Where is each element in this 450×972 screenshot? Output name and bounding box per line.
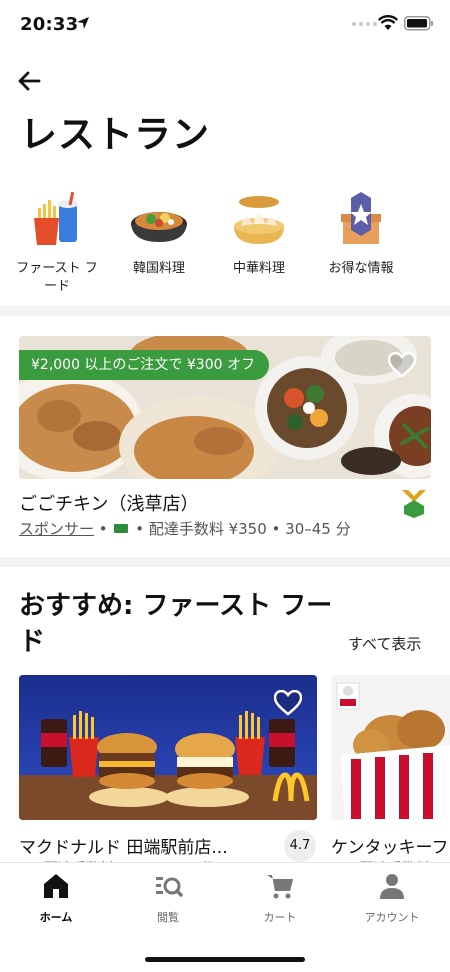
status-time: 20:33 (20, 14, 79, 35)
favorite-heart-icon[interactable] (274, 690, 302, 716)
section-divider (0, 306, 450, 316)
burger-meal-photo (19, 675, 317, 820)
page-title: レストラン (20, 113, 210, 156)
see-all-link[interactable]: すべて表示 (348, 633, 421, 654)
home-icon (44, 874, 68, 898)
dim-sum-icon (234, 196, 284, 244)
tab-account[interactable]: アカウント (336, 871, 448, 925)
restaurant-meta: スポンサー • • 配達手数料 ¥350 • 30–45 分 (19, 518, 351, 539)
category-deals[interactable]: お得な情報 (316, 190, 406, 278)
category-healthy[interactable]: ヘ (416, 190, 450, 278)
tab-cart[interactable]: カート (224, 871, 336, 925)
section-divider (0, 557, 450, 567)
tab-label: 閲覧 (157, 911, 179, 924)
cellular-signal-icon (352, 22, 377, 26)
location-arrow-icon (77, 17, 89, 29)
sponsored-label[interactable]: スポンサー (19, 520, 94, 538)
restaurant-name[interactable]: ごごチキン（浅草店） (19, 490, 198, 516)
ticket-icon (114, 523, 129, 533)
tab-home[interactable]: ホーム (0, 871, 112, 925)
healthy-icon (429, 190, 450, 250)
section-title: おすすめ: ファースト フード (19, 591, 333, 657)
deals-icon (341, 192, 381, 244)
restaurant-card-name[interactable]: ケンタッキーフ (331, 833, 448, 858)
bottom-tab-bar: ホーム 閲覧 カート アカウント (0, 862, 450, 972)
tab-label: ホーム (39, 911, 73, 924)
cart-icon (267, 875, 293, 899)
wifi-icon (378, 15, 398, 30)
tab-label: アカウント (364, 911, 420, 924)
category-label: 韓国料理 (132, 261, 185, 276)
fried-chicken-bucket-photo (331, 675, 450, 820)
back-arrow-icon[interactable] (14, 66, 44, 96)
restaurant-card-name[interactable]: マクドナルド 田端駅前店... (19, 833, 228, 858)
dashpass-badge-icon (402, 490, 426, 518)
category-fast-food[interactable]: ファースト フード (12, 190, 102, 296)
browse-icon (156, 877, 183, 897)
account-icon (380, 874, 404, 899)
category-label: 中華料理 (232, 261, 285, 276)
rating-badge: 4.7 (284, 830, 316, 862)
restaurant-card-mcdonalds[interactable] (19, 675, 317, 820)
restaurant-card-kfc[interactable] (331, 675, 450, 820)
bibimbap-icon (131, 212, 187, 242)
category-label: お得な情報 (328, 261, 394, 276)
category-carousel[interactable]: ファースト フード 韓国料理 中華料理 お得な情報 (0, 190, 450, 298)
separator-dot: • (98, 520, 113, 538)
battery-icon (404, 16, 433, 31)
tab-label: カート (263, 911, 297, 924)
category-korean[interactable]: 韓国料理 (114, 190, 204, 278)
tab-browse[interactable]: 閲覧 (112, 871, 224, 925)
category-chinese[interactable]: 中華料理 (214, 190, 304, 278)
home-indicator (145, 957, 305, 962)
category-label: ファースト フード (16, 261, 98, 294)
status-bar: 20:33 (0, 0, 450, 48)
fast-food-icon (34, 191, 78, 245)
delivery-info: • 配達手数料 ¥350 • 30–45 分 (135, 520, 351, 538)
favorite-heart-icon[interactable] (388, 352, 416, 378)
promo-discount-badge: ¥2,000 以上のご注文で ¥300 オフ (19, 350, 269, 380)
category-label: ヘ (416, 260, 450, 278)
